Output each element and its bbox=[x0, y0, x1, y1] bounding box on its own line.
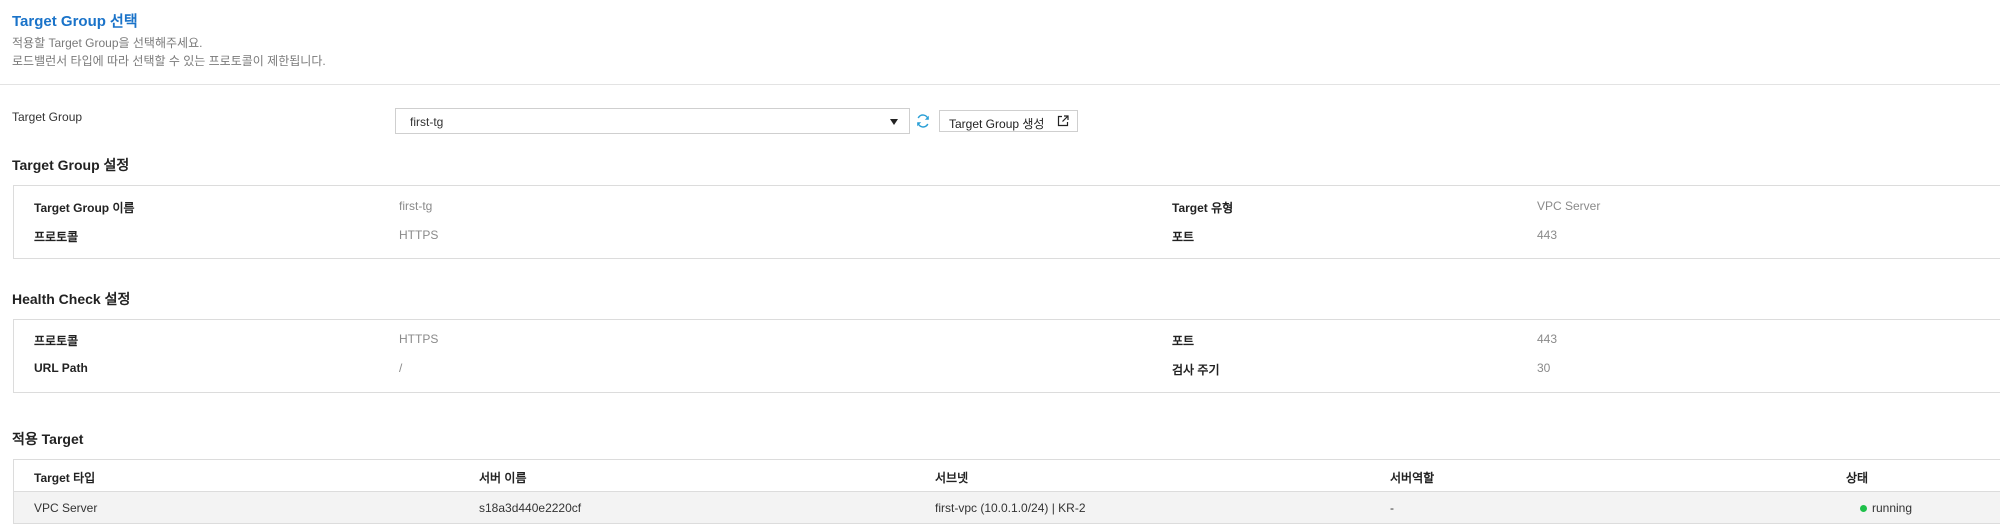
hc-protocol-key: 프로토콜 bbox=[34, 334, 79, 348]
hc-protocol-value: HTTPS bbox=[399, 332, 439, 346]
status-running-icon bbox=[1860, 505, 1867, 512]
cell-server-name: s18a3d440e2220cf bbox=[479, 501, 582, 515]
target-type-value: VPC Server bbox=[1537, 199, 1601, 213]
targets-table: Target 타입 서버 이름 서브넷 서버역할 상태 VPC Server s… bbox=[13, 459, 2000, 524]
health-check-title: Health Check 설정 bbox=[12, 291, 131, 307]
create-target-group-button[interactable]: Target Group 생성 bbox=[939, 110, 1078, 132]
cell-status: running bbox=[1872, 501, 1913, 515]
tg-name-key: Target Group 이름 bbox=[34, 201, 135, 215]
target-group-selected-value: first-tg bbox=[410, 115, 444, 129]
column-header-server-name: 서버 이름 bbox=[479, 471, 527, 485]
tg-name-value: first-tg bbox=[399, 199, 433, 213]
section-header: Target Group 선택 적용할 Target Group을 선택해주세요… bbox=[0, 0, 2000, 85]
cell-server-role: - bbox=[1390, 501, 1394, 515]
tg-settings-title: Target Group 설정 bbox=[12, 157, 130, 173]
target-group-select[interactable]: first-tg bbox=[395, 108, 910, 134]
tg-protocol-value: HTTPS bbox=[399, 228, 439, 242]
hc-port-value: 443 bbox=[1537, 332, 1558, 346]
hc-port-key: 포트 bbox=[1172, 334, 1195, 348]
description-line-1: 적용할 Target Group을 선택해주세요. bbox=[12, 36, 203, 50]
tg-port-key: 포트 bbox=[1172, 230, 1195, 244]
hc-url-path-value: / bbox=[399, 361, 403, 375]
health-check-panel: 프로토콜 HTTPS 포트 443 URL Path / 검사 주기 30 bbox=[13, 319, 2000, 393]
hc-interval-value: 30 bbox=[1537, 361, 1551, 375]
targets-title: 적용 Target bbox=[12, 431, 84, 447]
caret-down-icon bbox=[890, 119, 898, 125]
description-line-2: 로드밸런서 타입에 따라 선택할 수 있는 프로토콜이 제한됩니다. bbox=[12, 54, 326, 68]
column-header-target-type: Target 타입 bbox=[34, 471, 96, 485]
refresh-icon[interactable] bbox=[915, 113, 931, 129]
hc-url-path-key: URL Path bbox=[34, 361, 88, 375]
create-target-group-label: Target Group 생성 bbox=[949, 117, 1045, 131]
cell-subnet: first-vpc (10.0.1.0/24) | KR-2 bbox=[935, 501, 1086, 515]
page-title: Target Group 선택 bbox=[12, 13, 138, 30]
target-group-label: Target Group bbox=[12, 110, 83, 124]
external-link-icon bbox=[1057, 115, 1069, 127]
table-row[interactable]: VPC Server s18a3d440e2220cf first-vpc (1… bbox=[14, 492, 2000, 523]
table-header: Target 타입 서버 이름 서브넷 서버역할 상태 bbox=[14, 460, 2000, 492]
column-header-subnet: 서브넷 bbox=[935, 471, 969, 485]
cell-target-type: VPC Server bbox=[34, 501, 98, 515]
column-header-status: 상태 bbox=[1846, 471, 1869, 485]
tg-port-value: 443 bbox=[1537, 228, 1558, 242]
tg-settings-panel: Target Group 이름 first-tg Target 유형 VPC S… bbox=[13, 185, 2000, 259]
target-type-key: Target 유형 bbox=[1172, 201, 1234, 215]
column-header-server-role: 서버역할 bbox=[1390, 471, 1435, 485]
hc-interval-key: 검사 주기 bbox=[1172, 363, 1220, 377]
tg-protocol-key: 프로토콜 bbox=[34, 230, 79, 244]
